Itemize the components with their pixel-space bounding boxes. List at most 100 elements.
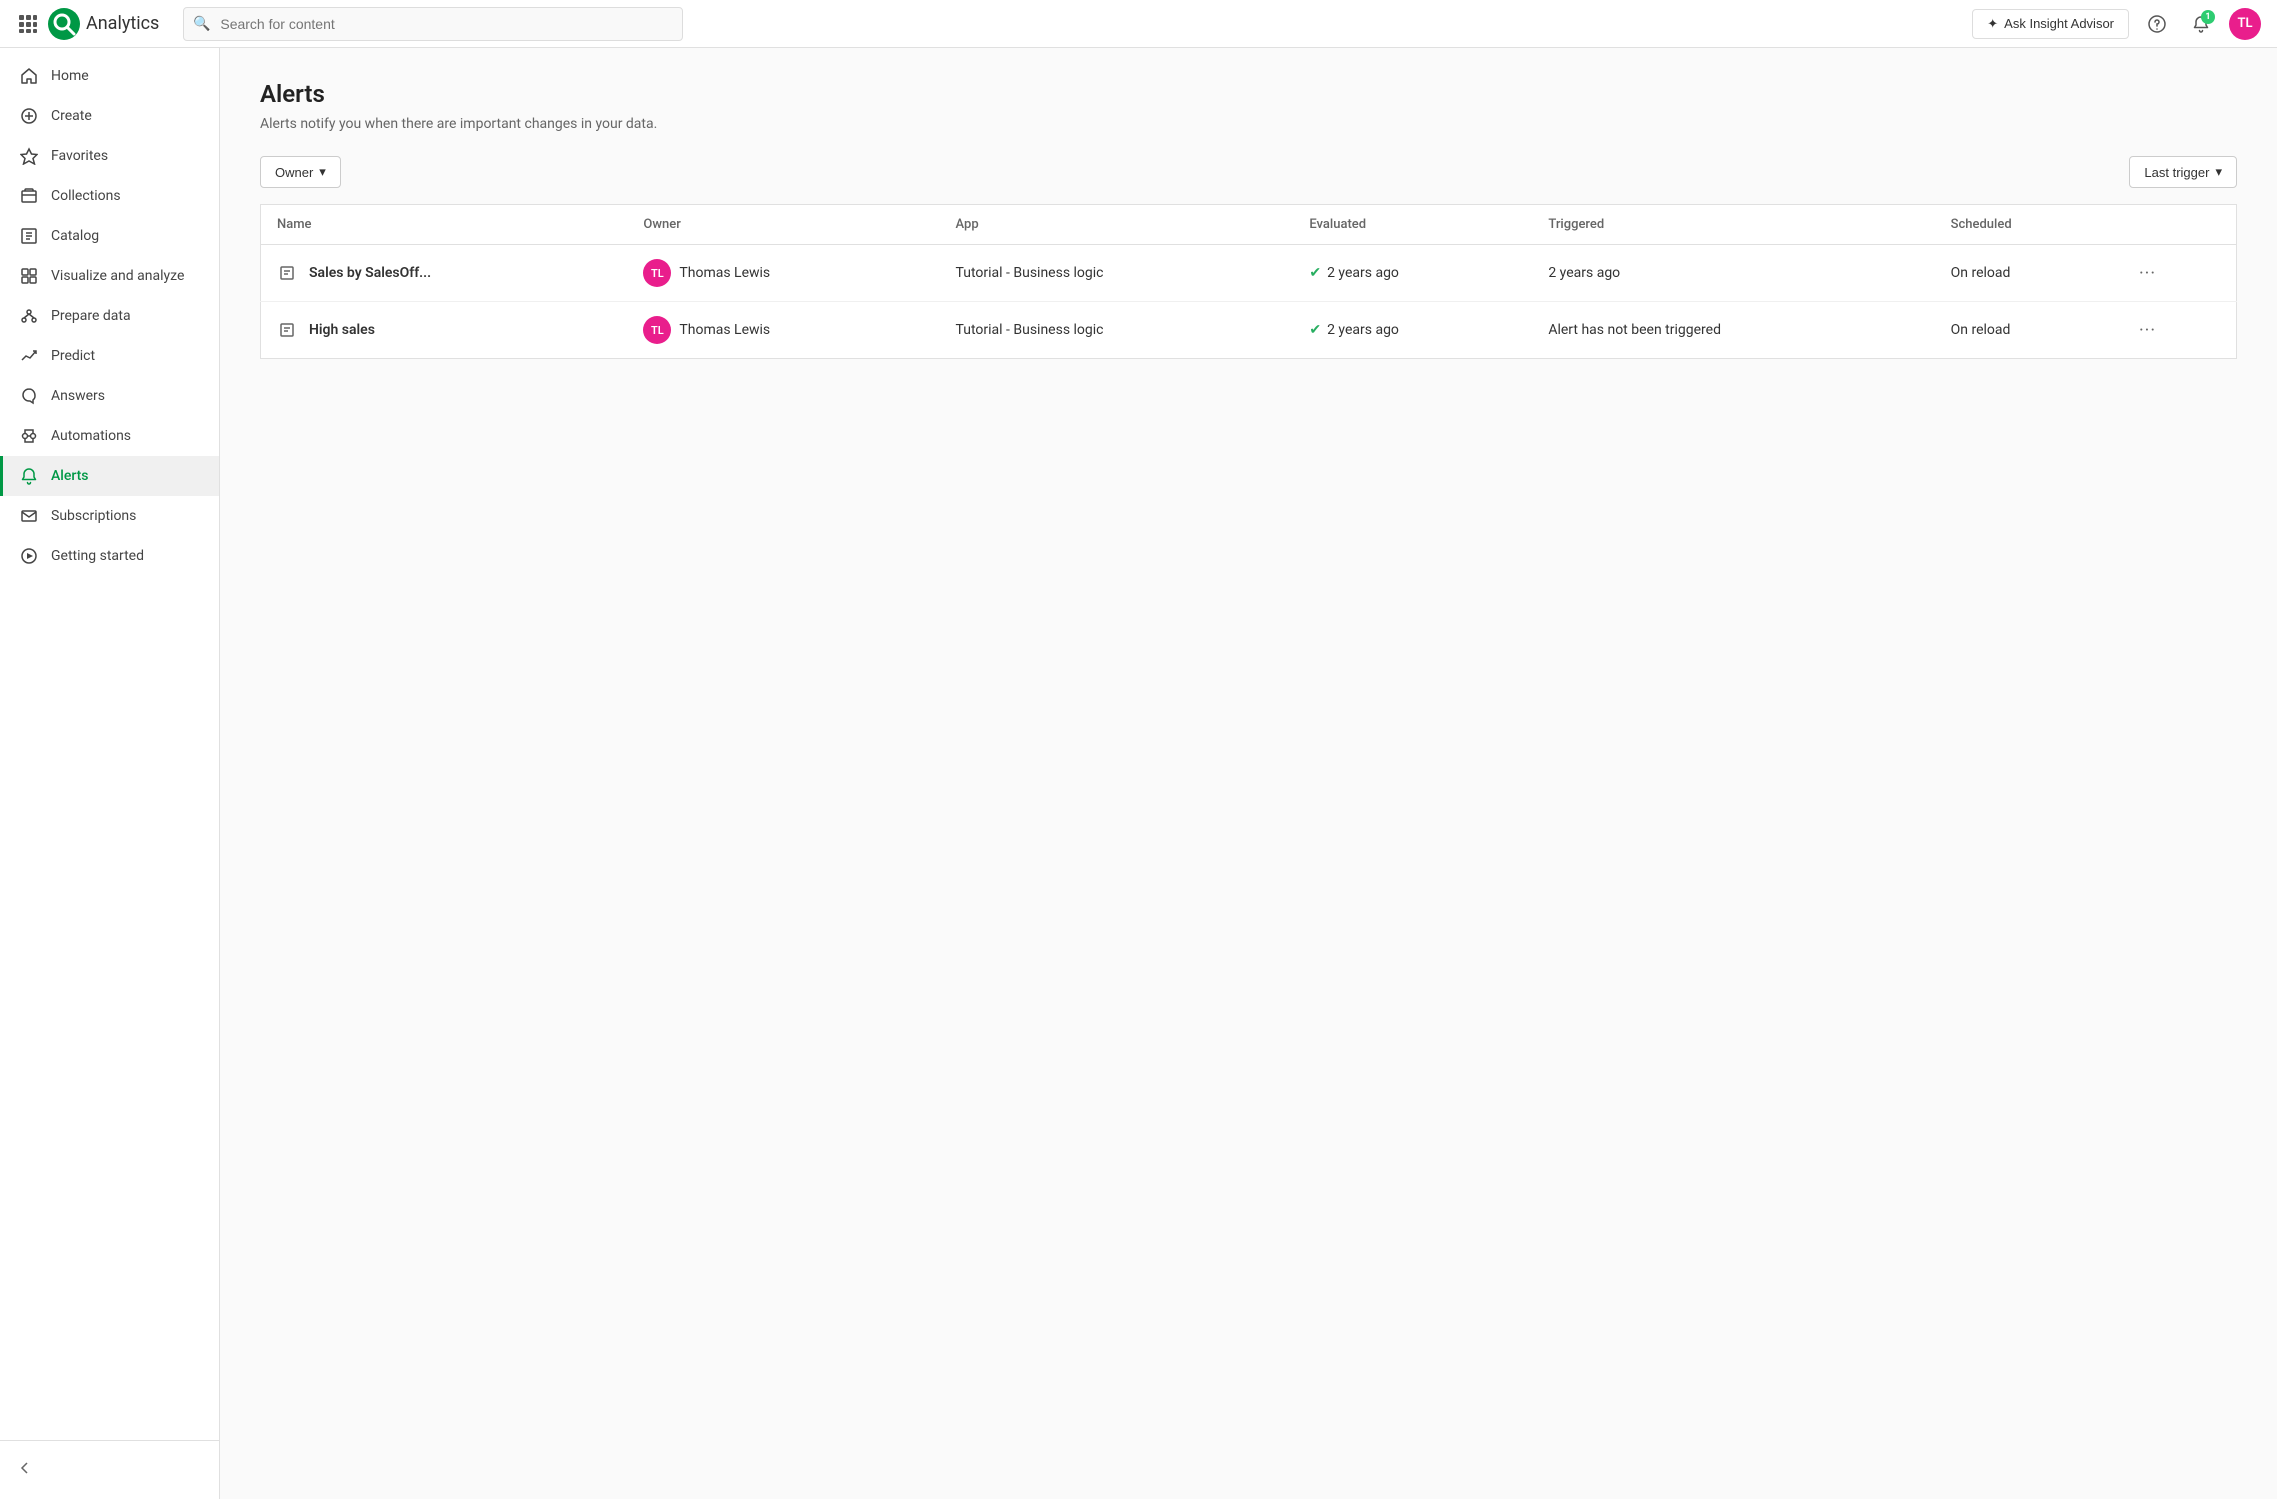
top-bar: Analytics 🔍 ✦ Ask Insight Advisor — [0, 0, 2277, 48]
app-cell: Tutorial - Business logic — [940, 245, 1294, 302]
sidebar-item-home[interactable]: Home — [0, 56, 219, 96]
scheduled-cell: On reload — [1935, 302, 2118, 359]
evaluated-check-icon: ✔ — [1309, 265, 1321, 281]
sidebar-nav: Home Create — [0, 48, 219, 1440]
alert-name: High sales — [309, 322, 375, 338]
last-trigger-sort-button[interactable]: Last trigger ▾ — [2129, 156, 2237, 188]
prepare-icon — [19, 306, 39, 326]
alerts-icon — [19, 466, 39, 486]
search-icon: 🔍 — [193, 16, 210, 32]
table-header: Name Owner App Evaluated Triggered Sched… — [261, 205, 2237, 245]
visualize-icon — [19, 266, 39, 286]
sidebar-item-visualize[interactable]: Visualize and analyze — [0, 256, 219, 296]
search-input[interactable] — [183, 7, 683, 41]
col-name: Name — [261, 205, 628, 245]
row-more-options-button[interactable]: ··· — [2134, 316, 2162, 344]
sidebar-item-collections[interactable]: Collections — [0, 176, 219, 216]
favorites-icon — [19, 146, 39, 166]
app-container: Analytics 🔍 ✦ Ask Insight Advisor — [0, 0, 2277, 1499]
sidebar-getting-started-label: Getting started — [51, 548, 144, 564]
triggered-cell: 2 years ago — [1532, 245, 1934, 302]
chevron-down-icon: ▾ — [319, 164, 326, 180]
sidebar-item-alerts[interactable]: Alerts — [0, 456, 219, 496]
table-row[interactable]: High sales TL Thomas Lewis Tutorial - Bu… — [261, 302, 2237, 359]
top-bar-right: ✦ Ask Insight Advisor 1 TL — [1972, 8, 2261, 40]
sidebar: Home Create — [0, 48, 220, 1499]
app-cell: Tutorial - Business logic — [940, 302, 1294, 359]
collections-icon — [19, 186, 39, 206]
catalog-icon — [19, 226, 39, 246]
sidebar-visualize-label: Visualize and analyze — [51, 268, 184, 284]
row-more-options-button[interactable]: ··· — [2134, 259, 2162, 287]
alert-row-icon — [277, 320, 297, 340]
insight-advisor-button[interactable]: ✦ Ask Insight Advisor — [1972, 9, 2129, 39]
sidebar-subscriptions-label: Subscriptions — [51, 508, 136, 524]
scheduled-cell: On reload — [1935, 245, 2118, 302]
collapse-sidebar-button[interactable] — [0, 1449, 219, 1491]
qlik-logo[interactable]: Analytics — [48, 8, 159, 40]
sidebar-item-favorites[interactable]: Favorites — [0, 136, 219, 176]
owner-name: Thomas Lewis — [679, 265, 770, 281]
predict-icon — [19, 346, 39, 366]
evaluated-time: 2 years ago — [1327, 265, 1399, 281]
top-bar-left: Analytics — [16, 8, 159, 40]
notification-badge: 1 — [2201, 10, 2215, 24]
create-icon — [19, 106, 39, 126]
sidebar-item-prepare[interactable]: Prepare data — [0, 296, 219, 336]
owner-avatar: TL — [643, 316, 671, 344]
help-button[interactable] — [2141, 8, 2173, 40]
evaluated-time: 2 years ago — [1327, 322, 1399, 338]
filter-bar: Owner ▾ Last trigger ▾ — [260, 156, 2237, 188]
owner-avatar: TL — [643, 259, 671, 287]
home-icon — [19, 66, 39, 86]
sidebar-item-getting-started[interactable]: Getting started — [0, 536, 219, 576]
grid-menu-icon[interactable] — [16, 12, 40, 36]
page-title: Alerts — [260, 80, 2237, 108]
alert-row-icon — [277, 263, 297, 283]
sidebar-item-predict[interactable]: Predict — [0, 336, 219, 376]
col-app: App — [940, 205, 1294, 245]
notifications-button[interactable]: 1 — [2185, 8, 2217, 40]
triggered-cell: Alert has not been triggered — [1532, 302, 1934, 359]
sidebar-bottom — [0, 1440, 219, 1499]
alerts-table: Name Owner App Evaluated Triggered Sched… — [260, 204, 2237, 359]
brand-label: Analytics — [86, 13, 159, 34]
sidebar-answers-label: Answers — [51, 388, 105, 404]
content-area: Alerts Alerts notify you when there are … — [220, 48, 2277, 1499]
alerts-table-body: Sales by SalesOff... TL Thomas Lewis Tut… — [261, 245, 2237, 359]
main-area: Home Create — [0, 48, 2277, 1499]
answers-icon — [19, 386, 39, 406]
user-avatar[interactable]: TL — [2229, 8, 2261, 40]
sidebar-item-create[interactable]: Create — [0, 96, 219, 136]
collapse-icon — [16, 1459, 34, 1481]
col-scheduled: Scheduled — [1935, 205, 2118, 245]
owner-filter-button[interactable]: Owner ▾ — [260, 156, 341, 188]
sidebar-favorites-label: Favorites — [51, 148, 108, 164]
table-row[interactable]: Sales by SalesOff... TL Thomas Lewis Tut… — [261, 245, 2237, 302]
sidebar-item-automations[interactable]: Automations — [0, 416, 219, 456]
sidebar-home-label: Home — [51, 68, 89, 84]
page-description: Alerts notify you when there are importa… — [260, 116, 2237, 132]
col-triggered: Triggered — [1532, 205, 1934, 245]
chevron-down-icon-2: ▾ — [2215, 164, 2222, 180]
col-evaluated: Evaluated — [1293, 205, 1532, 245]
sidebar-item-catalog[interactable]: Catalog — [0, 216, 219, 256]
sidebar-prepare-label: Prepare data — [51, 308, 131, 324]
col-owner: Owner — [627, 205, 939, 245]
col-actions — [2118, 205, 2237, 245]
getting-started-icon — [19, 546, 39, 566]
search-bar: 🔍 — [183, 7, 683, 41]
sidebar-item-answers[interactable]: Answers — [0, 376, 219, 416]
sidebar-predict-label: Predict — [51, 348, 95, 364]
sidebar-catalog-label: Catalog — [51, 228, 99, 244]
automations-icon — [19, 426, 39, 446]
sidebar-automations-label: Automations — [51, 428, 131, 444]
evaluated-check-icon: ✔ — [1309, 322, 1321, 338]
sidebar-alerts-label: Alerts — [51, 468, 89, 484]
sidebar-item-subscriptions[interactable]: Subscriptions — [0, 496, 219, 536]
sidebar-collections-label: Collections — [51, 188, 121, 204]
owner-name: Thomas Lewis — [679, 322, 770, 338]
alert-name: Sales by SalesOff... — [309, 265, 431, 281]
sidebar-create-label: Create — [51, 108, 92, 124]
subscriptions-icon — [19, 506, 39, 526]
